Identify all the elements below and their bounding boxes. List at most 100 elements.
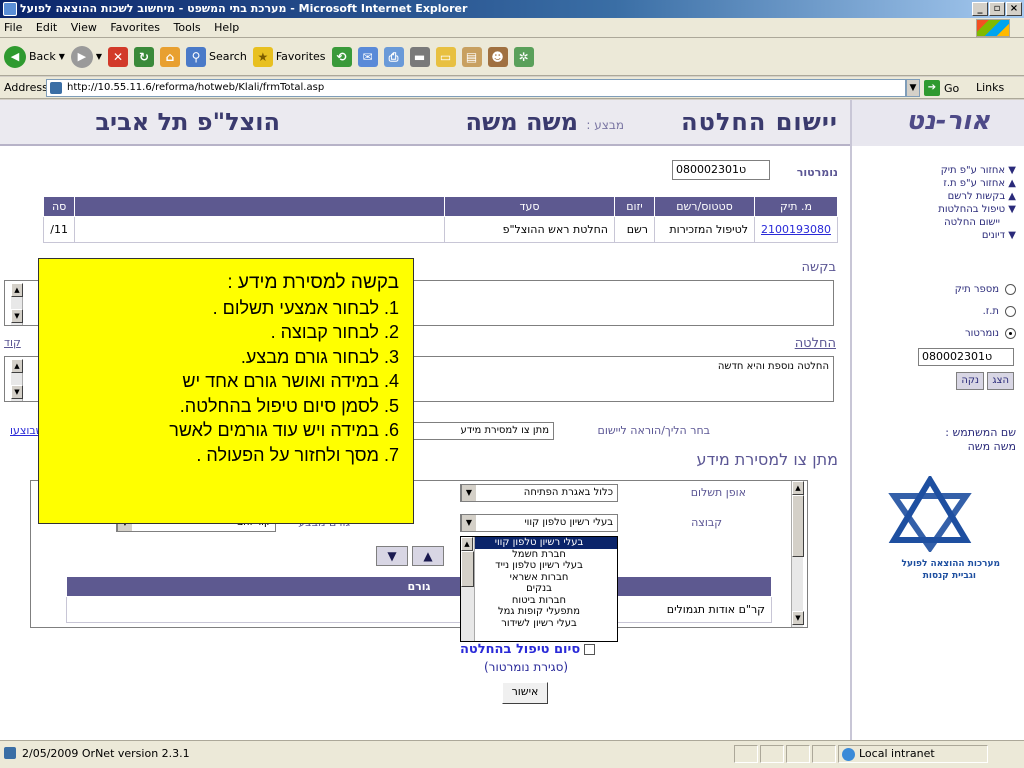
favorites-button[interactable]: ★ Favorites: [252, 46, 326, 67]
radio-file-number[interactable]: מספר תיק: [955, 284, 1016, 295]
dropdown-option[interactable]: בעלי רשיון טלפון קווי: [461, 537, 617, 549]
scroll-up-icon[interactable]: ▲: [461, 537, 473, 551]
decision-scrollbar[interactable]: ▲ ▼: [11, 359, 23, 401]
stop-icon[interactable]: ✕: [108, 46, 129, 67]
status-cell: [786, 745, 810, 763]
scroll-thumb[interactable]: [461, 551, 474, 587]
scroll-up-icon[interactable]: ▲: [792, 481, 804, 495]
go-arrow-icon: ➔: [924, 80, 940, 96]
dropdown-option[interactable]: מתפעלי קופות גמל: [461, 606, 617, 618]
minimize-button[interactable]: _: [972, 2, 988, 16]
folder-icon[interactable]: ▭: [435, 46, 456, 67]
dropdown-option[interactable]: בעלי רשיון טלפון נייד: [461, 560, 617, 572]
decision-label[interactable]: החלטה: [795, 336, 836, 351]
menu-edit[interactable]: Edit: [36, 21, 57, 34]
group-select[interactable]: בעלי רשיון טלפון קווי ▼: [460, 514, 618, 532]
show-button[interactable]: הצג: [987, 372, 1014, 390]
research-icon[interactable]: ▤: [461, 46, 482, 67]
edit-icon[interactable]: ▬: [409, 46, 430, 67]
radio-numerator[interactable]: נומרטור: [965, 328, 1016, 339]
executor-name: משה משה: [465, 108, 578, 136]
mail-icon[interactable]: ✉: [357, 46, 378, 67]
status-cell: [760, 745, 784, 763]
scroll-up-icon[interactable]: ▲: [11, 283, 23, 297]
home-icon[interactable]: ⌂: [160, 46, 181, 67]
case-number-link[interactable]: 2100193080: [754, 216, 838, 243]
move-down-button[interactable]: ▼: [376, 546, 408, 566]
table-cell: 11/: [43, 216, 75, 243]
print-icon[interactable]: ⎙: [383, 46, 404, 67]
sidebar-item-file-retrieval[interactable]: ▼ אחזור ע"פ תיק: [941, 164, 1016, 177]
search-button[interactable]: ⚲ Search: [186, 46, 247, 67]
payment-select[interactable]: כלול באגרת הפתיחה ▼: [460, 484, 618, 502]
group-label: קבוצה: [691, 516, 722, 529]
forward-arrow-icon: ▶: [70, 45, 93, 68]
sidebar-item-decisions[interactable]: ▼ טיפול בהחלטות: [938, 203, 1016, 216]
office-name: הוצל"פ תל אביב: [95, 108, 280, 136]
col-header: סטטוס/רשם: [654, 196, 755, 217]
dropdown-option[interactable]: חברות אשראי: [461, 572, 617, 584]
history-icon[interactable]: ⟲: [331, 46, 352, 67]
scroll-down-icon[interactable]: ▼: [11, 385, 23, 399]
menu-file[interactable]: File: [4, 21, 22, 34]
back-arrow-icon: ◀: [4, 45, 26, 68]
move-up-button[interactable]: ▲: [412, 546, 444, 566]
messenger-icon[interactable]: ☻: [487, 46, 508, 67]
closing-note: (סגירת נומרטור): [484, 660, 569, 674]
end-treatment-checkbox[interactable]: [584, 644, 596, 655]
forward-button[interactable]: ▶ ▼: [70, 45, 102, 68]
dropdown-scrollbar[interactable]: ▲: [461, 537, 475, 641]
refresh-icon[interactable]: ↻: [134, 46, 155, 67]
group-dropdown-list[interactable]: בעלי רשיון טלפון קווי חברת חשמל בעלי רשי…: [460, 536, 618, 642]
status-cell: [812, 745, 836, 763]
scroll-down-icon[interactable]: ▼: [11, 309, 23, 323]
page-icon: [50, 82, 62, 94]
radio-id[interactable]: ת.ז.: [983, 306, 1016, 317]
approve-button[interactable]: אישור: [502, 682, 548, 704]
scroll-thumb[interactable]: [792, 495, 804, 557]
toolbar: ◀ Back ▼ ▶ ▼ ✕ ↻ ⌂ ⚲ Search ★ Favorites ⟲ …: [0, 38, 1024, 76]
file-number-input[interactable]: ט080002301: [672, 160, 770, 180]
intranet-icon: [842, 748, 855, 761]
close-button[interactable]: ×: [1006, 2, 1022, 16]
org-name-line2: וגביית קנסות: [922, 571, 976, 581]
table-cell: רשם: [614, 216, 655, 243]
sidebar-search-input[interactable]: ט080002301: [918, 348, 1014, 366]
payment-label: אופן תשלום: [690, 486, 746, 499]
subpanel-scrollbar[interactable]: ▲ ▼: [791, 481, 804, 627]
dropdown-option[interactable]: בנקים: [461, 583, 617, 595]
request-scrollbar[interactable]: ▲ ▼: [11, 283, 23, 325]
sidebar-item-apply-decision[interactable]: יישום החלטה: [944, 216, 1000, 229]
col-header: סעד: [444, 196, 615, 217]
chevron-down-icon[interactable]: ▼: [461, 485, 476, 501]
sidebar-item-hearings[interactable]: ▼ דיונים: [982, 229, 1016, 242]
address-input[interactable]: http://10.55.11.6/reforma/hotweb/Klali/f…: [46, 79, 906, 97]
address-dropdown-icon[interactable]: ▼: [906, 79, 920, 97]
clear-button[interactable]: נקה: [956, 372, 984, 390]
sidebar-item-id-retrieval[interactable]: ▲ אחזור ע"פ ת.ז: [943, 177, 1016, 190]
window-title: מערכת בתי המשפט - מיחשוב לשכות ההוצאה לפ…: [20, 2, 468, 15]
sidebar-item-registrar-requests[interactable]: ▲ בקשות לרשם: [948, 190, 1016, 203]
dropdown-option[interactable]: חברת חשמל: [461, 549, 617, 561]
dropdown-option[interactable]: בעלי רשיון לשידור: [461, 618, 617, 630]
menu-favorites[interactable]: Favorites: [110, 21, 160, 34]
dropdown-option[interactable]: חברות ביטוח: [461, 595, 617, 607]
status-bar: 2/05/2009 OrNet version 2.3.1 Local intr…: [0, 740, 1024, 768]
back-button[interactable]: ◀ Back ▼: [4, 45, 65, 68]
table-row[interactable]: קר"ם אודות תגמולים: [66, 596, 772, 623]
scroll-down-icon[interactable]: ▼: [792, 611, 804, 625]
executor-label: מבצע :: [586, 118, 624, 132]
users-icon[interactable]: ✲: [513, 46, 534, 67]
maximize-button[interactable]: ▫: [989, 2, 1005, 16]
chevron-down-icon[interactable]: ▼: [461, 515, 476, 531]
go-button[interactable]: ➔ Go: [924, 79, 970, 97]
gorem-cell: קר"ם אודות תגמולים: [66, 596, 772, 623]
menu-help[interactable]: Help: [214, 21, 239, 34]
links-button[interactable]: Links: [976, 81, 1004, 94]
request-label: בקשה: [801, 260, 836, 275]
menu-tools[interactable]: Tools: [174, 21, 201, 34]
page-title: יישום החלטה: [681, 108, 838, 136]
end-treatment-row: סיום טיפול בהחלטה: [460, 642, 596, 657]
menu-view[interactable]: View: [71, 21, 97, 34]
scroll-up-icon[interactable]: ▲: [11, 359, 23, 373]
